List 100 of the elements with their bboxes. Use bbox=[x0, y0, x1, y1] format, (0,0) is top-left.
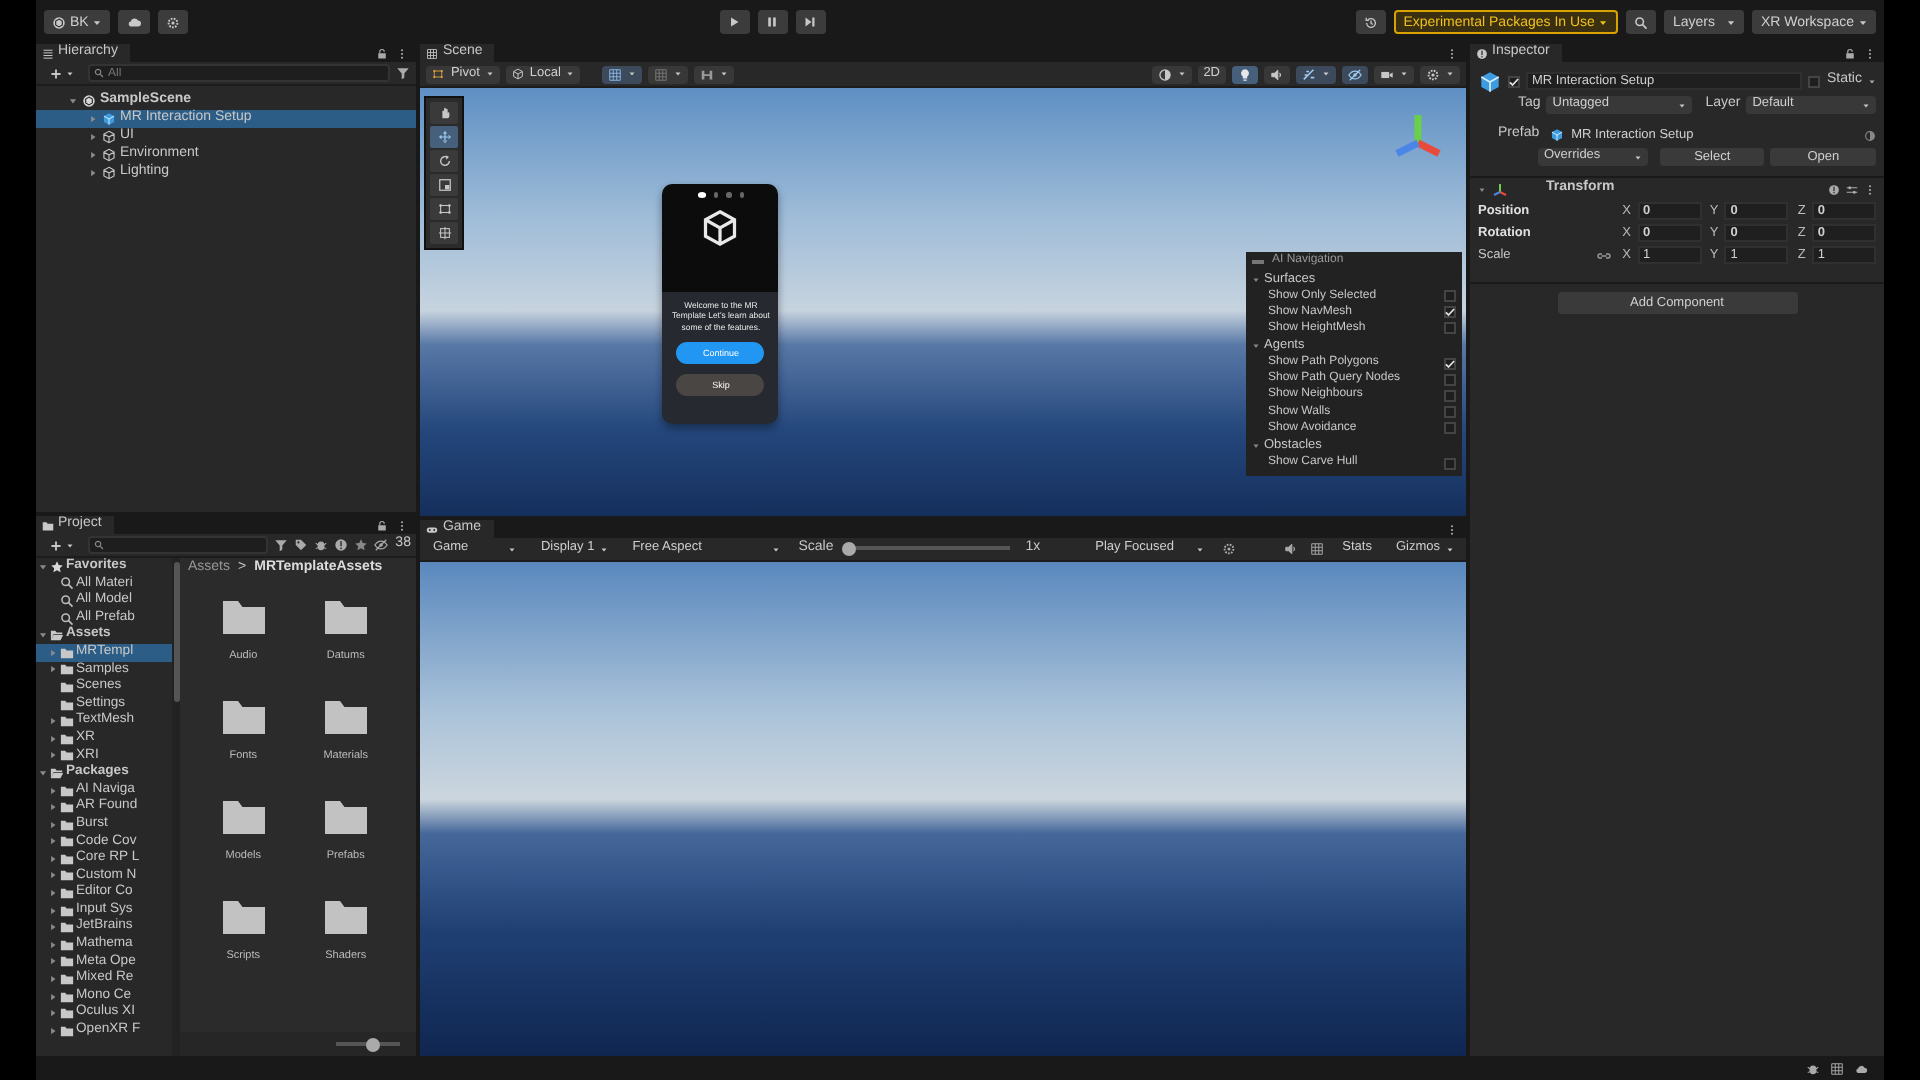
collapsed-arrow-icon[interactable] bbox=[88, 150, 98, 160]
cloud-icon[interactable] bbox=[1854, 1061, 1868, 1075]
checkbox[interactable] bbox=[1444, 457, 1456, 470]
tag-icon[interactable] bbox=[293, 538, 308, 552]
collapsed-arrow-icon[interactable] bbox=[48, 802, 58, 813]
caret-icon bbox=[628, 70, 637, 78]
caret-icon[interactable] bbox=[1868, 77, 1876, 85]
collapsed-arrow-icon[interactable] bbox=[48, 750, 58, 761]
snap-button[interactable] bbox=[694, 65, 735, 83]
collapsed-arrow-icon[interactable] bbox=[48, 664, 58, 675]
checkbox[interactable] bbox=[1444, 290, 1456, 303]
bug-icon[interactable] bbox=[313, 538, 328, 552]
grid-icon[interactable] bbox=[1830, 1061, 1844, 1075]
tool-button[interactable] bbox=[430, 126, 459, 148]
gizmos-dropdown[interactable] bbox=[1420, 65, 1460, 83]
static-checkbox[interactable] bbox=[1808, 75, 1821, 87]
filter-icon[interactable] bbox=[273, 538, 288, 552]
expanded-arrow-icon[interactable] bbox=[68, 96, 78, 106]
collapsed-arrow-icon[interactable] bbox=[48, 1025, 58, 1036]
slider-thumb[interactable] bbox=[842, 541, 857, 556]
expanded-arrow-icon bbox=[1478, 185, 1486, 193]
page-dot[interactable] bbox=[739, 192, 745, 197]
tool-button[interactable] bbox=[430, 150, 459, 172]
mute-audio-icon[interactable] bbox=[1284, 542, 1299, 556]
pause-button[interactable] bbox=[757, 10, 788, 34]
camera-dropdown[interactable] bbox=[1374, 65, 1414, 83]
page-dot[interactable] bbox=[713, 192, 719, 197]
collapsed-arrow-icon[interactable] bbox=[48, 922, 58, 933]
checkbox[interactable] bbox=[1444, 322, 1456, 335]
expanded-arrow-icon[interactable] bbox=[38, 561, 48, 572]
cloud-button[interactable] bbox=[118, 10, 151, 34]
collapsed-arrow-icon[interactable] bbox=[48, 974, 58, 985]
collapsed-arrow-icon[interactable] bbox=[48, 716, 58, 727]
lighting-toggle[interactable] bbox=[1232, 65, 1258, 83]
pivot-icon bbox=[432, 68, 445, 80]
checkbox[interactable] bbox=[1444, 357, 1456, 370]
collapsed-arrow-icon[interactable] bbox=[48, 905, 58, 916]
collapsed-arrow-icon[interactable] bbox=[48, 991, 58, 1002]
effects-dropdown[interactable] bbox=[1296, 65, 1336, 83]
drag-handle[interactable] bbox=[1252, 260, 1264, 264]
caret-icon bbox=[1446, 545, 1454, 553]
tool-button[interactable] bbox=[430, 198, 459, 220]
grid-icon[interactable] bbox=[1310, 542, 1325, 556]
history-button[interactable] bbox=[1355, 10, 1386, 34]
star-icon bbox=[50, 559, 64, 574]
link-icon[interactable] bbox=[1595, 247, 1612, 263]
tool-button[interactable] bbox=[430, 174, 459, 196]
lock-icon[interactable] bbox=[376, 519, 389, 531]
scrollbar-thumb[interactable] bbox=[173, 562, 179, 702]
slider-thumb[interactable] bbox=[365, 1037, 380, 1051]
checkbox[interactable] bbox=[1444, 406, 1456, 419]
collapsed-arrow-icon[interactable] bbox=[48, 785, 58, 796]
collapsed-arrow-icon[interactable] bbox=[48, 836, 58, 847]
check-icon bbox=[1444, 306, 1456, 319]
grid-icon bbox=[654, 67, 669, 81]
checkbox[interactable] bbox=[1444, 422, 1456, 435]
collapsed-arrow-icon[interactable] bbox=[88, 168, 98, 178]
collapsed-arrow-icon[interactable] bbox=[48, 939, 58, 950]
checkbox[interactable] bbox=[1444, 373, 1456, 386]
collapsed-arrow-icon[interactable] bbox=[48, 956, 58, 967]
collapsed-arrow-icon[interactable] bbox=[48, 1008, 58, 1019]
caret-icon bbox=[1858, 17, 1868, 27]
shading-dropdown[interactable] bbox=[1151, 65, 1192, 83]
page-dot[interactable] bbox=[726, 192, 732, 197]
step-button[interactable] bbox=[795, 10, 826, 34]
help-icon bbox=[1828, 183, 1840, 195]
filter-icon[interactable] bbox=[396, 66, 411, 80]
search-field[interactable] bbox=[88, 536, 268, 554]
hand-tool-icon bbox=[437, 106, 452, 120]
play-button[interactable] bbox=[719, 10, 750, 34]
expanded-arrow-icon[interactable] bbox=[38, 767, 48, 778]
settings-icon[interactable] bbox=[1221, 542, 1236, 556]
hidden-eye-icon[interactable] bbox=[373, 537, 388, 552]
active-checkbox[interactable] bbox=[1508, 75, 1520, 87]
tool-button[interactable] bbox=[430, 102, 459, 124]
checkbox[interactable] bbox=[1444, 390, 1456, 403]
star-icon[interactable] bbox=[353, 538, 368, 552]
collapsed-arrow-icon[interactable] bbox=[48, 733, 58, 744]
tool-button[interactable] bbox=[430, 222, 459, 244]
gizmo-icon bbox=[1426, 67, 1440, 81]
audio-toggle[interactable] bbox=[1264, 65, 1290, 83]
page-dot[interactable] bbox=[697, 192, 706, 197]
expanded-arrow-icon[interactable] bbox=[38, 630, 48, 641]
grid-visibility-button[interactable] bbox=[648, 65, 689, 83]
grid-snap-button[interactable] bbox=[602, 65, 643, 83]
account-icon bbox=[52, 15, 66, 29]
settings-button[interactable] bbox=[158, 10, 189, 34]
object-picker-icon[interactable] bbox=[1864, 129, 1876, 141]
bug-icon[interactable] bbox=[1806, 1061, 1820, 1075]
search-button[interactable] bbox=[1626, 10, 1657, 34]
collapsed-arrow-icon[interactable] bbox=[48, 888, 58, 899]
collapsed-arrow-icon[interactable] bbox=[88, 132, 98, 142]
collapsed-arrow-icon[interactable] bbox=[48, 853, 58, 864]
lock-icon[interactable] bbox=[376, 47, 389, 59]
collapsed-arrow-icon[interactable] bbox=[48, 870, 58, 881]
checkbox[interactable] bbox=[1444, 306, 1456, 319]
lock-icon[interactable] bbox=[1844, 47, 1856, 59]
collapsed-arrow-icon[interactable] bbox=[48, 819, 58, 830]
info-icon[interactable] bbox=[333, 538, 348, 552]
scene-visibility-toggle[interactable] bbox=[1342, 65, 1368, 83]
